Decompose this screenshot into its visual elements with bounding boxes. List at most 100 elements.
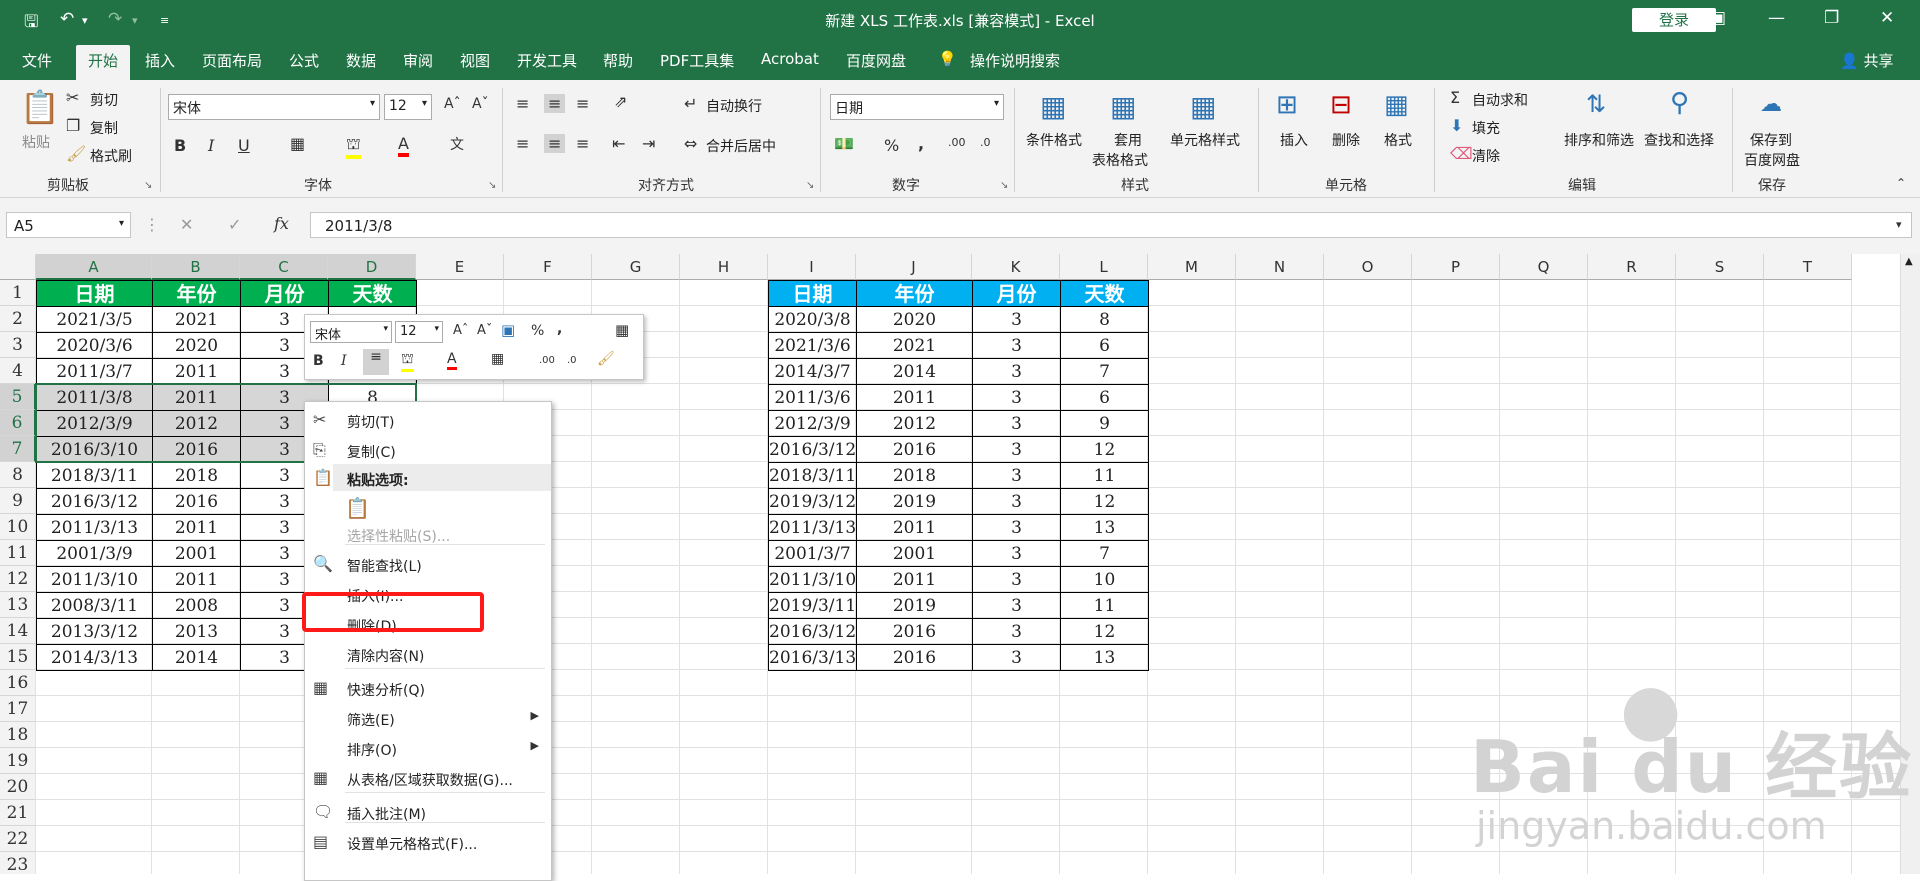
insert-cells-button[interactable]: 插入 <box>1280 130 1308 150</box>
column-header-h[interactable]: H <box>680 254 768 280</box>
mini-borders-icon[interactable]: ▦ <box>491 351 504 367</box>
left-table-cell[interactable]: 2018/3/11 <box>36 462 153 489</box>
row-header-11[interactable]: 11 <box>0 540 36 566</box>
column-header-s[interactable]: S <box>1676 254 1764 280</box>
left-table-cell[interactable]: 2001 <box>152 540 241 567</box>
right-table-cell[interactable]: 2001 <box>856 540 973 567</box>
row-header-9[interactable]: 9 <box>0 488 36 514</box>
right-table-cell[interactable]: 2021 <box>856 332 973 359</box>
row-header-8[interactable]: 8 <box>0 462 36 488</box>
row-header-2[interactable]: 2 <box>0 306 36 332</box>
align-top-icon[interactable]: ≡ <box>516 94 529 113</box>
left-table-cell[interactable]: 2011/3/7 <box>36 358 153 385</box>
row-header-7[interactable]: 7 <box>0 436 36 462</box>
insert-function-icon[interactable]: fx <box>274 214 289 233</box>
right-table-cell[interactable]: 2016/3/13 <box>768 644 857 671</box>
left-table-cell[interactable]: 2016 <box>152 488 241 515</box>
right-table-cell[interactable]: 11 <box>1060 462 1149 489</box>
percent-icon[interactable]: % <box>884 136 899 155</box>
row-header-19[interactable]: 19 <box>0 748 36 774</box>
menu-item-0[interactable]: 剪切(T) ✂ <box>305 406 551 433</box>
minimize-icon[interactable]: — <box>1768 8 1785 28</box>
left-table-cell[interactable]: 2011/3/10 <box>36 566 153 593</box>
right-table-cell[interactable]: 3 <box>972 306 1061 333</box>
left-table-cell[interactable]: 2016 <box>152 436 241 463</box>
font-name-select[interactable]: 宋体 ▾ <box>168 94 380 120</box>
right-table-cell[interactable]: 3 <box>972 540 1061 567</box>
row-header-14[interactable]: 14 <box>0 618 36 644</box>
left-table-cell[interactable]: 2011 <box>152 514 241 541</box>
tab-pdf-tools[interactable]: PDF工具集 <box>660 50 734 71</box>
left-header-cell[interactable]: 月份 <box>240 280 329 307</box>
font-launcher-icon[interactable]: ↘ <box>488 180 496 191</box>
column-header-t[interactable]: T <box>1764 254 1852 280</box>
column-header-p[interactable]: P <box>1412 254 1500 280</box>
right-table-cell[interactable]: 12 <box>1060 488 1149 515</box>
row-header-21[interactable]: 21 <box>0 800 36 826</box>
left-table-cell[interactable]: 2001/3/9 <box>36 540 153 567</box>
mini-format-painter-icon[interactable]: 🖌 <box>597 351 615 367</box>
left-table-cell[interactable]: 2008/3/11 <box>36 592 153 619</box>
right-table-cell[interactable]: 2021/3/6 <box>768 332 857 359</box>
right-table-cell[interactable]: 2011 <box>856 566 973 593</box>
right-table-cell[interactable]: 2016/3/12 <box>768 618 857 645</box>
align-left-icon[interactable]: ≡ <box>516 134 529 153</box>
ribbon-display-icon[interactable]: ▣ <box>1710 8 1726 28</box>
right-table-cell[interactable]: 7 <box>1060 358 1149 385</box>
phonetic-icon[interactable]: 文 <box>450 134 464 154</box>
right-table-cell[interactable]: 3 <box>972 592 1061 619</box>
collapse-ribbon-icon[interactable]: ⌃ <box>1896 176 1906 190</box>
tab-home[interactable]: 开始 <box>76 45 131 80</box>
right-header-cell[interactable]: 年份 <box>856 280 973 307</box>
decrease-font-icon[interactable]: Aˇ <box>472 96 489 112</box>
right-table-cell[interactable]: 3 <box>972 462 1061 489</box>
increase-font-icon[interactable]: Aˆ <box>444 96 461 112</box>
left-table-cell[interactable]: 2012/3/9 <box>36 410 153 437</box>
tell-me-search[interactable]: 操作说明搜索 <box>970 50 1060 71</box>
column-header-d[interactable]: D <box>328 254 416 280</box>
menu-item-12[interactable]: 插入批注(M) 🗨 <box>305 798 551 825</box>
menu-item-1[interactable]: 复制(C) ⎘ <box>305 436 551 463</box>
row-header-16[interactable]: 16 <box>0 670 36 696</box>
tab-review[interactable]: 审阅 <box>403 50 433 71</box>
copy-button[interactable]: 复制 <box>90 118 118 138</box>
find-select-button[interactable]: 查找和选择 <box>1644 130 1714 150</box>
left-table-cell[interactable]: 2013 <box>152 618 241 645</box>
column-header-o[interactable]: O <box>1324 254 1412 280</box>
font-size-select[interactable]: 12 ▾ <box>384 94 432 120</box>
left-header-cell[interactable]: 天数 <box>328 280 417 307</box>
right-table-cell[interactable]: 3 <box>972 332 1061 359</box>
tab-data[interactable]: 数据 <box>346 50 376 71</box>
right-table-cell[interactable]: 2019/3/12 <box>768 488 857 515</box>
format-painter-button[interactable]: 格式刷 <box>90 146 132 166</box>
right-header-cell[interactable]: 月份 <box>972 280 1061 307</box>
share-button[interactable]: 👤 共享 <box>1840 50 1893 71</box>
right-table-cell[interactable]: 2019 <box>856 592 973 619</box>
right-table-cell[interactable]: 3 <box>972 410 1061 437</box>
mini-decrease-decimal-icon[interactable]: .0 <box>567 355 577 366</box>
mini-font-color-icon[interactable]: A <box>447 351 457 370</box>
left-table-cell[interactable]: 2008 <box>152 592 241 619</box>
right-table-cell[interactable]: 2018/3/11 <box>768 462 857 489</box>
tab-help[interactable]: 帮助 <box>603 50 633 71</box>
right-table-cell[interactable]: 2011/3/13 <box>768 514 857 541</box>
name-box[interactable]: A5 ▾ <box>6 212 131 238</box>
column-header-c[interactable]: C <box>240 254 328 280</box>
column-header-k[interactable]: K <box>972 254 1060 280</box>
right-table-cell[interactable]: 2016/3/12 <box>768 436 857 463</box>
row-header-3[interactable]: 3 <box>0 332 36 358</box>
menu-item-10[interactable]: 排序(O) ▶ <box>305 734 551 761</box>
close-icon[interactable]: ✕ <box>1880 8 1894 28</box>
autosum-button[interactable]: 自动求和 <box>1472 90 1528 110</box>
right-table-cell[interactable]: 2019/3/11 <box>768 592 857 619</box>
tab-page-layout[interactable]: 页面布局 <box>202 50 262 71</box>
font-color-icon[interactable]: A <box>398 134 409 157</box>
paste-icon[interactable]: 📋 <box>20 88 60 126</box>
align-right-icon[interactable]: ≡ <box>576 134 589 153</box>
column-header-e[interactable]: E <box>416 254 504 280</box>
mini-increase-decimal-icon[interactable]: .00 <box>539 355 555 366</box>
right-table-cell[interactable]: 2012/3/9 <box>768 410 857 437</box>
tab-baidu-netdisk[interactable]: 百度网盘 <box>846 50 906 71</box>
column-header-n[interactable]: N <box>1236 254 1324 280</box>
left-table-cell[interactable]: 2021/3/5 <box>36 306 153 333</box>
